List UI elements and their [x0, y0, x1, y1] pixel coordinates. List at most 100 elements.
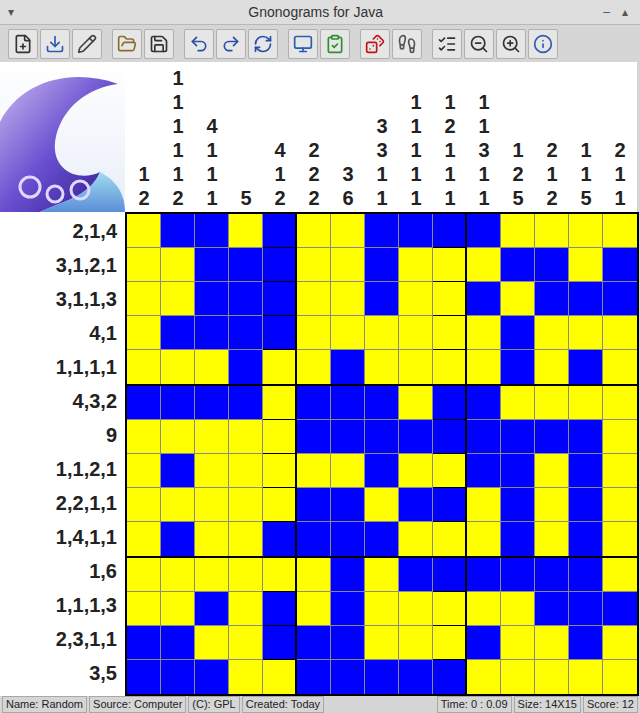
grid-cell[interactable]: [161, 592, 195, 626]
toolbar-button[interactable]: [496, 29, 526, 59]
grid-cell[interactable]: [603, 350, 637, 384]
grid-cell[interactable]: [569, 282, 603, 316]
grid-cell[interactable]: [399, 316, 433, 350]
grid-cell[interactable]: [161, 558, 195, 592]
grid-cell[interactable]: [467, 626, 501, 660]
grid-cell[interactable]: [501, 558, 535, 592]
grid-cell[interactable]: [331, 386, 365, 420]
grid-cell[interactable]: [161, 316, 195, 350]
grid-cell[interactable]: [297, 248, 331, 282]
grid-cell[interactable]: [433, 454, 467, 488]
grid-cell[interactable]: [535, 558, 569, 592]
grid-cell[interactable]: [603, 626, 637, 660]
grid-cell[interactable]: [297, 488, 331, 522]
toolbar-button[interactable]: [144, 29, 174, 59]
grid-cell[interactable]: [467, 420, 501, 454]
grid-cell[interactable]: [229, 214, 263, 248]
grid-cell[interactable]: [161, 350, 195, 384]
grid-cell[interactable]: [433, 660, 467, 694]
grid-cell[interactable]: [127, 626, 161, 660]
grid-cell[interactable]: [535, 316, 569, 350]
grid-cell[interactable]: [501, 282, 535, 316]
grid-cell[interactable]: [467, 248, 501, 282]
grid-cell[interactable]: [365, 248, 399, 282]
grid-cell[interactable]: [127, 316, 161, 350]
grid-cell[interactable]: [501, 626, 535, 660]
grid-cell[interactable]: [535, 660, 569, 694]
grid-cell[interactable]: [195, 386, 229, 420]
grid-cell[interactable]: [331, 454, 365, 488]
grid-cell[interactable]: [263, 282, 297, 316]
grid-cell[interactable]: [365, 214, 399, 248]
grid-cell[interactable]: [569, 626, 603, 660]
grid-cell[interactable]: [399, 248, 433, 282]
grid-cell[interactable]: [535, 592, 569, 626]
grid-cell[interactable]: [263, 660, 297, 694]
grid-cell[interactable]: [569, 420, 603, 454]
grid-cell[interactable]: [127, 350, 161, 384]
grid-cell[interactable]: [331, 660, 365, 694]
grid-cell[interactable]: [535, 454, 569, 488]
grid-cell[interactable]: [535, 248, 569, 282]
grid-cell[interactable]: [569, 350, 603, 384]
grid-cell[interactable]: [229, 316, 263, 350]
grid-cell[interactable]: [195, 522, 229, 556]
grid-cell[interactable]: [399, 282, 433, 316]
grid-cell[interactable]: [365, 488, 399, 522]
grid-cell[interactable]: [161, 248, 195, 282]
grid-cell[interactable]: [297, 386, 331, 420]
grid-cell[interactable]: [535, 488, 569, 522]
grid-cell[interactable]: [365, 454, 399, 488]
grid-cell[interactable]: [569, 386, 603, 420]
grid-cell[interactable]: [501, 316, 535, 350]
grid-cell[interactable]: [501, 454, 535, 488]
grid-cell[interactable]: [433, 214, 467, 248]
grid-cell[interactable]: [399, 454, 433, 488]
grid-cell[interactable]: [501, 350, 535, 384]
toolbar-button[interactable]: [184, 29, 214, 59]
grid-cell[interactable]: [331, 350, 365, 384]
grid-cell[interactable]: [127, 488, 161, 522]
grid-cell[interactable]: [603, 386, 637, 420]
grid-cell[interactable]: [433, 488, 467, 522]
grid-cell[interactable]: [467, 558, 501, 592]
grid-cell[interactable]: [467, 488, 501, 522]
grid-cell[interactable]: [195, 214, 229, 248]
grid-cell[interactable]: [331, 522, 365, 556]
grid-cell[interactable]: [195, 660, 229, 694]
grid-cell[interactable]: [399, 488, 433, 522]
grid-cell[interactable]: [229, 626, 263, 660]
grid-cell[interactable]: [433, 626, 467, 660]
grid-cell[interactable]: [603, 488, 637, 522]
grid-cell[interactable]: [331, 592, 365, 626]
grid-cell[interactable]: [467, 350, 501, 384]
grid-cell[interactable]: [603, 248, 637, 282]
grid-cell[interactable]: [297, 660, 331, 694]
grid-cell[interactable]: [127, 282, 161, 316]
grid-cell[interactable]: [535, 350, 569, 384]
grid-cell[interactable]: [365, 282, 399, 316]
toolbar-button[interactable]: [248, 29, 278, 59]
grid-cell[interactable]: [263, 316, 297, 350]
grid-cell[interactable]: [331, 214, 365, 248]
grid-cell[interactable]: [195, 454, 229, 488]
grid-cell[interactable]: [365, 350, 399, 384]
grid-cell[interactable]: [229, 522, 263, 556]
grid-cell[interactable]: [433, 350, 467, 384]
grid-cell[interactable]: [127, 248, 161, 282]
grid-cell[interactable]: [263, 350, 297, 384]
grid-cell[interactable]: [195, 282, 229, 316]
grid-cell[interactable]: [467, 214, 501, 248]
grid-cell[interactable]: [603, 420, 637, 454]
grid-cell[interactable]: [603, 660, 637, 694]
toolbar-button[interactable]: [288, 29, 318, 59]
grid-cell[interactable]: [229, 248, 263, 282]
grid-cell[interactable]: [467, 386, 501, 420]
grid-cell[interactable]: [161, 420, 195, 454]
grid-cell[interactable]: [263, 386, 297, 420]
grid-cell[interactable]: [229, 386, 263, 420]
grid-cell[interactable]: [535, 420, 569, 454]
grid-cell[interactable]: [263, 522, 297, 556]
grid-cell[interactable]: [365, 522, 399, 556]
grid-cell[interactable]: [433, 282, 467, 316]
